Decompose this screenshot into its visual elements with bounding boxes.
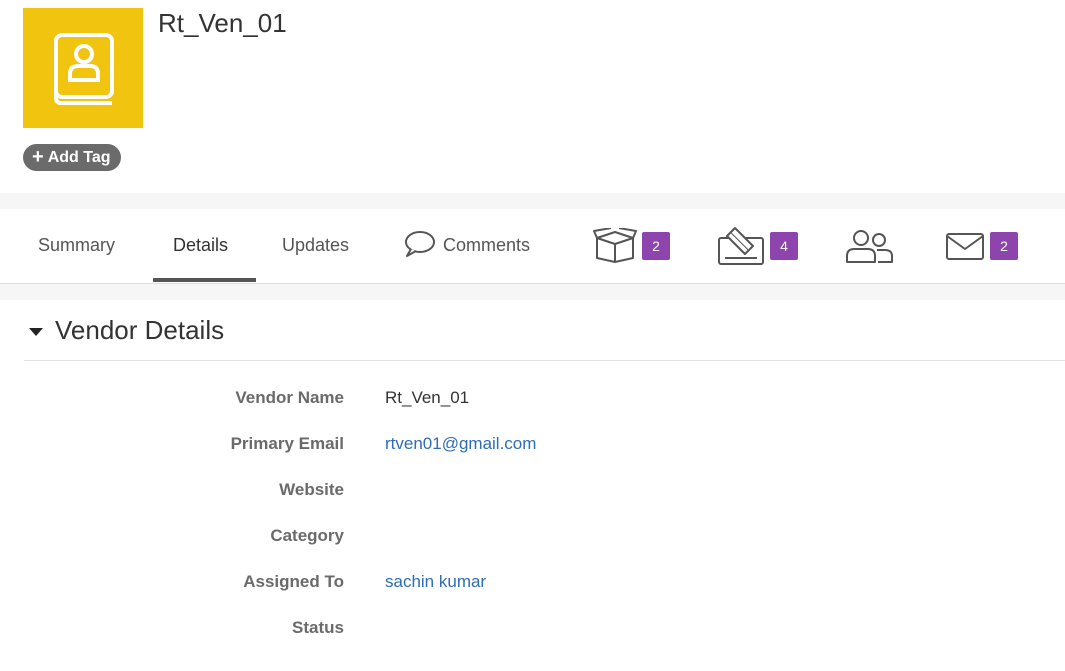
assigned-to-link[interactable]: sachin kumar	[385, 572, 486, 592]
field-label: Assigned To	[243, 572, 344, 591]
vendor-details-panel: Vendor Details Vendor Name Rt_Ven_01 Pri…	[2, 300, 1065, 671]
record-tabs: Summary Details Updates Comments 2 4 2	[0, 209, 1065, 284]
field-label: Website	[279, 480, 344, 499]
add-tag-label: Add Tag	[47, 148, 111, 166]
products-count-badge: 2	[642, 231, 670, 260]
field-row-status: Status	[2, 618, 1065, 642]
field-row-website: Website	[2, 480, 1065, 504]
field-label: Primary Email	[230, 434, 344, 453]
tab-quotes[interactable]: 4	[717, 209, 798, 282]
users-icon	[846, 229, 893, 263]
tab-details-label: Details	[173, 235, 229, 255]
quotes-count-badge: 4	[770, 231, 798, 260]
active-tab-indicator	[153, 278, 256, 282]
field-row-vendor-name: Vendor Name Rt_Ven_01	[2, 388, 1065, 412]
envelope-icon	[946, 232, 984, 260]
primary-email-link[interactable]: rtven01@gmail.com	[385, 434, 536, 454]
field-label: Status	[292, 618, 344, 637]
tab-comments-label: Comments	[443, 235, 531, 255]
contact-book-icon	[54, 33, 114, 105]
plus-icon: +	[32, 145, 44, 168]
tab-emails[interactable]: 2	[945, 209, 1018, 282]
field-row-category: Category	[2, 526, 1065, 550]
tab-updates-label: Updates	[282, 235, 350, 255]
section-title: Vendor Details	[55, 314, 225, 345]
record-header: Rt_Ven_01 + Add Tag	[0, 0, 1065, 193]
tab-details[interactable]: Details	[173, 209, 228, 282]
box-icon	[593, 227, 637, 263]
field-label: Vendor Name	[235, 388, 344, 407]
record-title: Rt_Ven_01	[158, 8, 287, 38]
comment-bubble-icon	[405, 230, 435, 257]
field-label: Category	[270, 526, 344, 545]
signature-icon	[718, 226, 764, 265]
field-row-assigned-to: Assigned To sachin kumar	[2, 572, 1065, 596]
tab-summary-label: Summary	[38, 235, 116, 255]
record-avatar	[23, 8, 143, 128]
add-tag-button[interactable]: + Add Tag	[23, 144, 121, 171]
vendor-name-value: Rt_Ven_01	[385, 388, 470, 407]
caret-down-icon	[29, 328, 43, 336]
emails-count-badge: 2	[990, 231, 1018, 260]
field-row-primary-email: Primary Email rtven01@gmail.com	[2, 434, 1065, 458]
tab-updates[interactable]: Updates	[282, 209, 349, 282]
tab-comments[interactable]: Comments	[404, 209, 530, 282]
tab-summary[interactable]: Summary	[38, 209, 115, 282]
tab-contacts[interactable]	[845, 209, 895, 282]
tab-products[interactable]: 2	[593, 209, 670, 282]
content-separator	[0, 284, 1065, 300]
vendor-details-section-header[interactable]: Vendor Details	[24, 300, 1065, 361]
header-separator	[0, 193, 1065, 209]
